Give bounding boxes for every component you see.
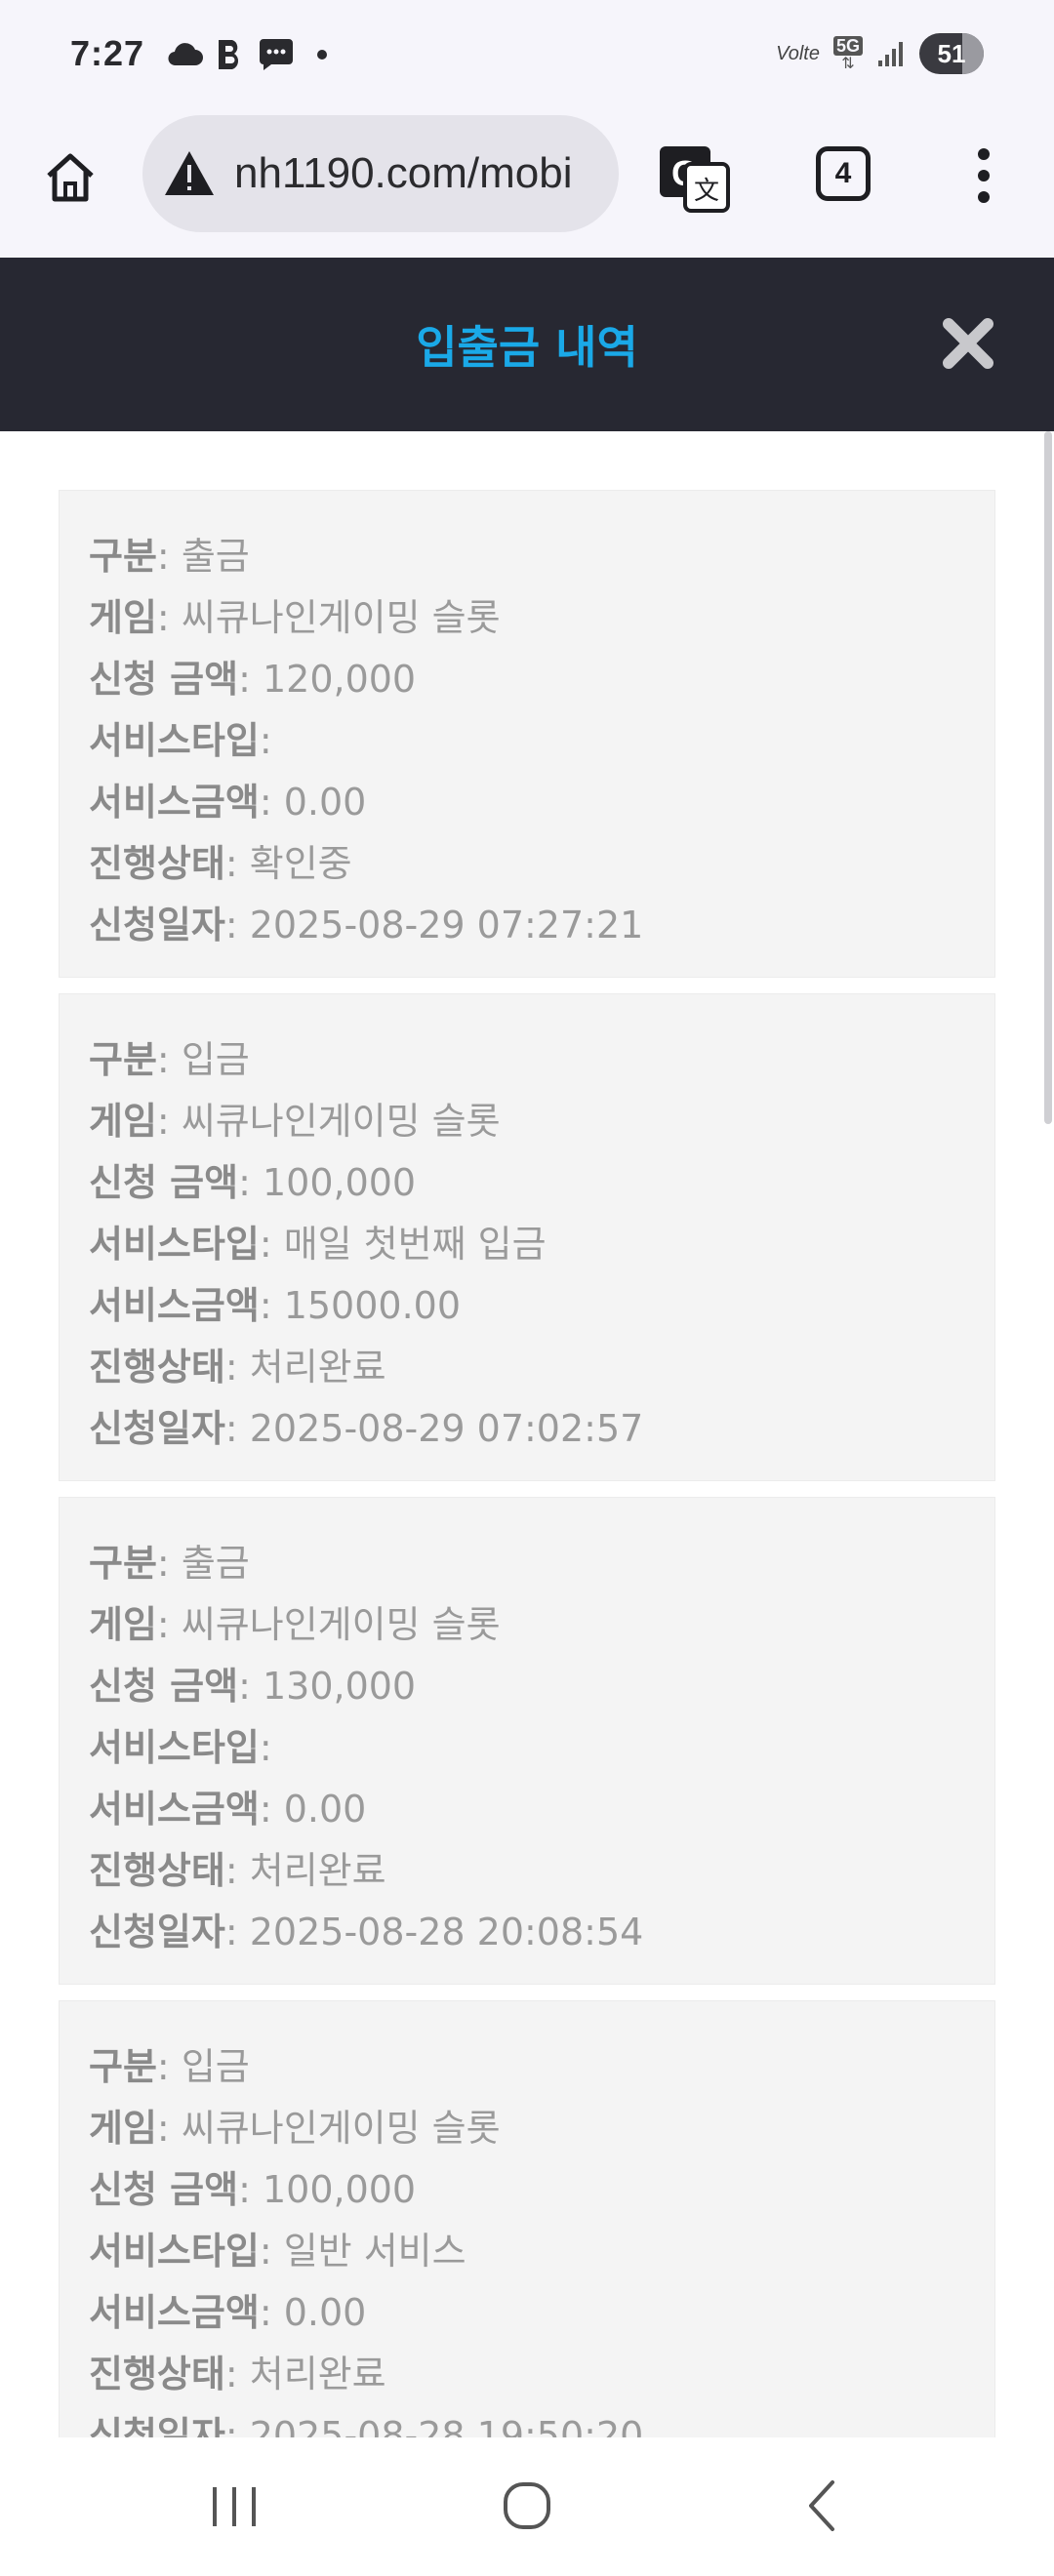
field-date: 신청일자: 2025-08-29 07:27:21 [89, 904, 644, 946]
transaction-card: 구분: 입금 게임: 씨큐나인게이밍 슬롯 신청 금액: 100,000 서비스… [59, 993, 995, 1481]
field-service-type: 서비스타입: 일반 서비스 [89, 2230, 466, 2273]
5g-icon: 5G ⇅ [832, 36, 863, 71]
field-date: 신청일자: 2025-08-29 07:02:57 [89, 1407, 644, 1450]
url-text[interactable]: nh1190.com/mobi [234, 149, 573, 198]
cloud-icon [168, 43, 203, 66]
browser-toolbar: nh1190.com/mobi G 文 4 [0, 115, 1054, 258]
field-service-type: 서비스타입: [89, 1726, 272, 1769]
volte-label: Volte [776, 42, 820, 64]
notification-icons [166, 37, 332, 72]
home-nav-button[interactable] [488, 2467, 566, 2545]
back-icon [809, 2480, 834, 2531]
field-amount: 신청 금액: 100,000 [89, 1161, 417, 1204]
translate-button[interactable]: G 文 [656, 139, 734, 217]
field-amount: 신청 금액: 130,000 [89, 1665, 417, 1708]
home-icon [47, 153, 94, 202]
address-bar[interactable]: nh1190.com/mobi [142, 115, 619, 232]
field-date: 신청일자: 2025-08-28 19:50:20 [89, 2414, 644, 2437]
field-type: 구분: 출금 [89, 1542, 250, 1585]
field-game: 게임: 씨큐나인게이밍 슬롯 [89, 1603, 501, 1646]
field-service-amount: 서비스금액: 0.00 [89, 781, 367, 824]
tab-switcher-button[interactable]: 4 [816, 146, 871, 201]
back-button[interactable] [785, 2467, 863, 2545]
translate-icon: G 文 [660, 146, 730, 213]
scrollbar-thumb[interactable] [1044, 431, 1052, 1124]
transaction-card: 구분: 출금 게임: 씨큐나인게이밍 슬롯 신청 금액: 120,000 서비스… [59, 490, 995, 978]
field-service-amount: 서비스금액: 0.00 [89, 1788, 367, 1831]
home-button[interactable] [35, 142, 105, 213]
transaction-card: 구분: 입금 게임: 씨큐나인게이밍 슬롯 신청 금액: 100,000 서비스… [59, 2000, 995, 2437]
warning-icon[interactable] [162, 146, 217, 201]
field-amount: 신청 금액: 120,000 [89, 658, 417, 701]
home-nav-icon [504, 2482, 550, 2529]
field-type: 구분: 입금 [89, 2045, 250, 2088]
field-type: 구분: 출금 [89, 535, 250, 578]
field-game: 게임: 씨큐나인게이밍 슬롯 [89, 2107, 501, 2150]
recent-apps-button[interactable] [195, 2467, 273, 2545]
battery-level: 51 [937, 38, 966, 68]
system-nav-bar [0, 2437, 1054, 2576]
network-type: 5G [832, 36, 863, 56]
system-icons: Volte 5G ⇅ 51 [776, 33, 984, 74]
scrollbar[interactable] [1042, 431, 1054, 2437]
more-menu-button[interactable] [966, 141, 1001, 211]
field-service-type: 서비스타입: [89, 719, 272, 762]
field-game: 게임: 씨큐나인게이밍 슬롯 [89, 1100, 501, 1143]
field-date: 신청일자: 2025-08-28 20:08:54 [89, 1911, 644, 1953]
transaction-list[interactable]: 구분: 출금 게임: 씨큐나인게이밍 슬롯 신청 금액: 120,000 서비스… [0, 431, 1042, 2437]
page-title: 입출금 내역 [416, 321, 638, 374]
field-service-amount: 서비스금액: 15000.00 [89, 1284, 462, 1327]
modal-header: 입출금 내역 [0, 258, 1054, 431]
field-status: 진행상태: 처리완료 [89, 1849, 386, 1892]
field-game: 게임: 씨큐나인게이밍 슬롯 [89, 596, 501, 639]
field-service-type: 서비스타입: 매일 첫번째 입금 [89, 1223, 547, 1266]
field-status: 진행상태: 처리완료 [89, 2353, 386, 2395]
close-icon [943, 318, 993, 369]
svg-text:文: 文 [694, 177, 719, 206]
field-status: 진행상태: 확인중 [89, 842, 352, 885]
close-button[interactable] [939, 314, 997, 373]
dot-icon [317, 50, 327, 60]
b-app-icon [219, 40, 239, 69]
recent-apps-icon [213, 2487, 256, 2526]
field-status: 진행상태: 처리완료 [89, 1346, 386, 1389]
signal-icon [878, 42, 903, 66]
chat-bubble-icon [260, 39, 293, 70]
transaction-card: 구분: 출금 게임: 씨큐나인게이밍 슬롯 신청 금액: 130,000 서비스… [59, 1497, 995, 1985]
field-type: 구분: 입금 [89, 1038, 250, 1081]
status-time: 7:27 [70, 33, 145, 73]
field-amount: 신청 금액: 100,000 [89, 2168, 417, 2211]
field-service-amount: 서비스금액: 0.00 [89, 2291, 367, 2334]
battery-icon: 51 [919, 33, 984, 74]
status-bar: 7:27 Volte 5G ⇅ 51 [0, 0, 1054, 115]
